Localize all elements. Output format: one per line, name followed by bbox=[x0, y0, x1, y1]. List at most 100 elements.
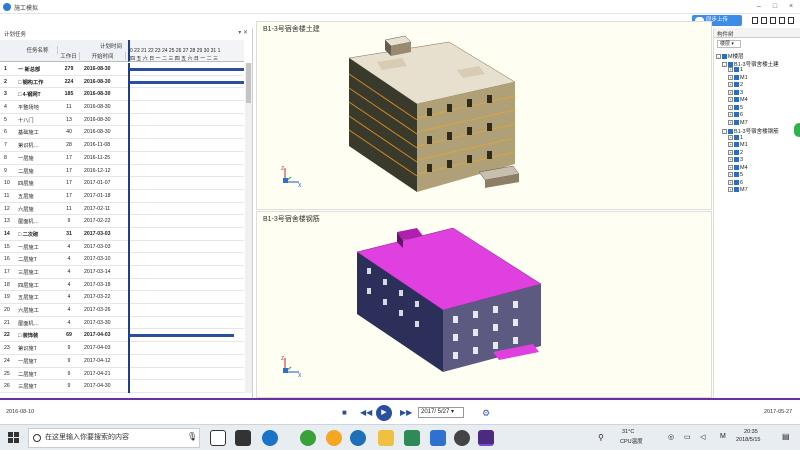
media-icon[interactable] bbox=[454, 430, 470, 446]
close-icon[interactable]: × bbox=[786, 2, 796, 11]
tree-item[interactable]: +5 bbox=[716, 172, 800, 180]
simulation-app-icon[interactable] bbox=[478, 430, 494, 446]
tree-item[interactable]: +2 bbox=[716, 82, 800, 90]
expand-icon[interactable]: + bbox=[728, 119, 733, 125]
clock-date[interactable]: 2018/5/15 bbox=[736, 437, 760, 443]
task-row[interactable]: 11 五层施 17 2017-01-18 bbox=[0, 189, 244, 203]
tree-item[interactable]: + M4 bbox=[716, 165, 800, 173]
edge-icon[interactable] bbox=[262, 430, 278, 446]
task-row[interactable]: 5 十八门 13 2016-08-30 bbox=[0, 113, 244, 127]
gantt-bar[interactable] bbox=[130, 334, 234, 338]
tree-checkbox[interactable] bbox=[734, 67, 739, 73]
task-row[interactable]: 9 二层施 17 2016-12-12 bbox=[0, 164, 244, 178]
file-explorer-icon[interactable] bbox=[378, 430, 394, 446]
task-row[interactable]: 25 二层施T 9 2017-04-21 bbox=[0, 367, 244, 381]
vertical-scrollbar[interactable] bbox=[245, 63, 252, 393]
tree-checkbox[interactable] bbox=[734, 112, 739, 118]
tree-item[interactable]: +1 bbox=[716, 135, 800, 143]
expand-icon[interactable]: + bbox=[728, 74, 733, 80]
col-start-header[interactable]: 开始时间 bbox=[80, 52, 126, 60]
expand-icon[interactable]: + bbox=[728, 172, 733, 178]
expand-icon[interactable]: + bbox=[728, 104, 733, 110]
task-row[interactable]: 23 第识施T 9 2017-04-03 bbox=[0, 342, 244, 355]
tree-checkbox[interactable] bbox=[722, 54, 727, 60]
tree-item[interactable]: +3 bbox=[716, 90, 800, 98]
task-row[interactable]: 16 二层施T 4 2017-03-10 bbox=[0, 253, 244, 266]
notifications-icon[interactable]: ▤ bbox=[782, 432, 790, 441]
rewind-icon[interactable]: ◀◀ bbox=[360, 408, 372, 417]
task-row[interactable]: 26 三层施T 9 2017-04-30 bbox=[0, 380, 244, 393]
expand-icon[interactable]: + bbox=[728, 179, 733, 185]
task-row[interactable]: 2 □ 钢构工作 224 2016-08-30 bbox=[0, 75, 244, 89]
gantt-bar[interactable] bbox=[130, 68, 244, 71]
collapse-icon[interactable]: - bbox=[722, 61, 727, 67]
play-button[interactable]: ▶ bbox=[376, 405, 392, 421]
expand-icon[interactable]: + bbox=[728, 142, 733, 148]
task-row[interactable]: 19 五层施工 4 2017-03-22 bbox=[0, 291, 244, 305]
fast-forward-icon[interactable]: ▶▶ bbox=[400, 408, 412, 417]
tree-checkbox[interactable] bbox=[734, 179, 739, 185]
task-row[interactable]: 8 一层施 17 2016-11-25 bbox=[0, 151, 244, 165]
tree-checkbox[interactable] bbox=[728, 61, 733, 67]
excel-icon[interactable] bbox=[404, 430, 420, 446]
task-row[interactable]: 10 四层施 17 2017-01-07 bbox=[0, 177, 244, 190]
collapse-icon[interactable]: - bbox=[716, 54, 721, 60]
tree-checkbox[interactable] bbox=[734, 97, 739, 103]
side-assistant-icon[interactable] bbox=[794, 123, 800, 137]
export-icon[interactable] bbox=[761, 17, 767, 24]
expand-icon[interactable]: + bbox=[728, 134, 733, 140]
person-icon[interactable]: ⚲ bbox=[598, 433, 604, 442]
task-row[interactable]: 1 一 新总部 279 2016-08-30 bbox=[0, 63, 244, 76]
tree-item[interactable]: + M1 bbox=[716, 142, 800, 150]
tree-item[interactable]: +2 bbox=[716, 150, 800, 158]
task-row[interactable]: 12 六层施 11 2017-02-11 bbox=[0, 202, 244, 216]
browser-icon[interactable] bbox=[326, 430, 342, 446]
wechat-icon[interactable] bbox=[300, 430, 316, 446]
tree-item[interactable]: + M7 bbox=[716, 187, 800, 195]
expand-icon[interactable]: + bbox=[728, 82, 733, 88]
network-icon[interactable]: ◎ bbox=[668, 433, 674, 441]
tree-checkbox[interactable] bbox=[734, 157, 739, 163]
task-row[interactable]: 21 屋面机… 4 2017-03-30 bbox=[0, 316, 244, 330]
tree-item[interactable]: - M楼层 bbox=[716, 52, 800, 60]
tree-checkbox[interactable] bbox=[734, 142, 739, 148]
tree-item[interactable]: +6 bbox=[716, 180, 800, 188]
tree-checkbox[interactable] bbox=[734, 172, 739, 178]
layout-icon[interactable] bbox=[779, 17, 785, 24]
volume-icon[interactable]: ◁ bbox=[700, 433, 705, 441]
task-row[interactable]: 15 一层施工 4 2017-03-03 bbox=[0, 240, 244, 254]
expand-icon[interactable]: + bbox=[728, 157, 733, 163]
task-row[interactable]: 18 四层施工 4 2017-03-18 bbox=[0, 278, 244, 292]
current-date-picker[interactable]: 2017/ 5/27 ▾ bbox=[418, 407, 464, 418]
settings-icon[interactable] bbox=[788, 17, 794, 24]
battery-icon[interactable]: ▭ bbox=[684, 433, 691, 441]
rebar-model-view[interactable]: B1-3号宿舍楼钢筋 Z X bbox=[256, 211, 712, 398]
clock-time[interactable]: 20:35 bbox=[744, 429, 758, 435]
stop-icon[interactable]: ■ bbox=[342, 408, 347, 417]
expand-icon[interactable]: + bbox=[728, 164, 733, 170]
col-name-header[interactable]: 任务名称 bbox=[18, 46, 58, 54]
expand-icon[interactable]: + bbox=[728, 89, 733, 95]
expand-icon[interactable]: + bbox=[728, 67, 733, 73]
task-row[interactable]: 6 基础施工 40 2016-08-30 bbox=[0, 126, 244, 140]
tree-item[interactable]: +5 bbox=[716, 105, 800, 113]
tree-checkbox[interactable] bbox=[734, 134, 739, 140]
taskbar-search-input[interactable]: 在这里输入你要搜索的内容 bbox=[28, 428, 200, 448]
gear-icon[interactable]: ⚙ bbox=[482, 408, 490, 419]
tree-checkbox[interactable] bbox=[734, 104, 739, 110]
tab-component-tree[interactable]: 构件树 bbox=[717, 30, 734, 38]
app-pinned-icon[interactable] bbox=[235, 430, 251, 446]
azure-icon[interactable] bbox=[430, 430, 446, 446]
task-row[interactable]: 24 一层施T 9 2017-04-12 bbox=[0, 354, 244, 368]
task-row[interactable]: 13 屋面机… 9 2017-02-22 bbox=[0, 215, 244, 228]
minimize-icon[interactable]: – bbox=[754, 2, 764, 11]
tree-item[interactable]: + M1 bbox=[716, 75, 800, 83]
expand-icon[interactable]: + bbox=[728, 112, 733, 118]
save-icon[interactable] bbox=[770, 17, 776, 24]
tree-checkbox[interactable] bbox=[734, 89, 739, 95]
tree-checkbox[interactable] bbox=[734, 149, 739, 155]
tree-checkbox[interactable] bbox=[734, 164, 739, 170]
input-language-label[interactable]: M bbox=[720, 433, 726, 440]
pin-icon[interactable]: ▾ ✕ bbox=[238, 29, 248, 36]
tree-item[interactable]: +6 bbox=[716, 112, 800, 120]
